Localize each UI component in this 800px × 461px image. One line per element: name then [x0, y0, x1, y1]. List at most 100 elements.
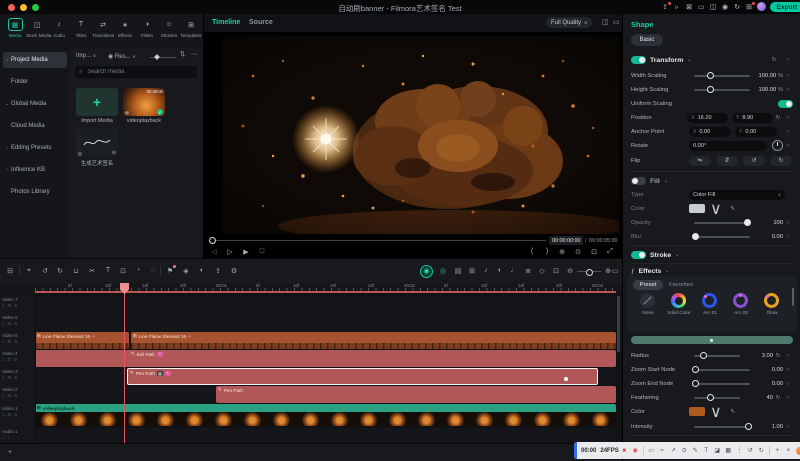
device-icon[interactable]: ▭ — [696, 3, 706, 11]
effect-color-swatch[interactable] — [689, 407, 705, 416]
stroke-toggle[interactable] — [631, 251, 646, 259]
clip-pen-path-selected[interactable]: ✎Pen Path▦+ — [127, 368, 598, 385]
track-header-video3[interactable]: Video 3□⊡⊙ — [2, 369, 34, 380]
more-icon[interactable]: ⋮ — [734, 447, 745, 454]
track-header-video7[interactable]: Video 7□⊡⊙ — [2, 297, 34, 308]
track-header-video2[interactable]: Video 2□⊡⊙ — [2, 387, 34, 398]
anchor-y-field[interactable]: Y0.00 — [735, 127, 777, 137]
pen-icon[interactable]: ✎ — [690, 447, 701, 454]
flip-horizontal-button[interactable]: ⇋ — [689, 156, 711, 166]
crop-icon[interactable]: ⊡ — [588, 248, 600, 256]
track-header-video5[interactable]: Video 5□⊡⊙ — [2, 333, 34, 344]
mark-in-button[interactable]: ( — [526, 248, 538, 255]
keyframe-icon[interactable]: ○ — [783, 353, 793, 359]
track-height-icon[interactable]: ▭ — [611, 267, 619, 275]
timeline-scrollbar[interactable] — [617, 296, 620, 352]
track-header-video6[interactable]: Video 6□⊡⊙ — [2, 315, 34, 326]
rotate-dial[interactable] — [772, 140, 783, 151]
sidebar-item-photos-library[interactable]: Photos Library — [3, 184, 67, 200]
audio-icon[interactable]: ♪ — [480, 267, 492, 274]
track-header-audio1[interactable]: Audio 1□♪ — [2, 429, 34, 440]
export-button[interactable]: Export∨ — [770, 2, 800, 12]
uniform-scaling-toggle[interactable] — [778, 100, 793, 108]
preset-arc-02[interactable] — [733, 293, 748, 308]
tab-favorites[interactable]: Favorites — [669, 282, 693, 288]
sidebar-item-cloud-media[interactable]: Cloud Media — [3, 118, 67, 134]
position-x-field[interactable]: X16.20 — [687, 113, 728, 123]
track-manager-icon[interactable]: ⊟ — [4, 267, 16, 275]
layout-icon[interactable]: ◫ — [708, 3, 718, 11]
blur-slider[interactable] — [694, 236, 750, 238]
mark-out-button[interactable]: ) — [541, 248, 553, 255]
zoom-start-slider[interactable] — [694, 369, 750, 371]
preset-none[interactable] — [640, 293, 655, 308]
tab-source[interactable]: Source — [249, 19, 273, 26]
keyframe-icon[interactable]: ○ — [783, 220, 793, 226]
redo-icon[interactable]: ↻ — [54, 267, 66, 275]
move-icon[interactable]: + — [772, 448, 783, 454]
whiteboard-icon[interactable]: ▦ — [723, 447, 734, 454]
anchor-x-field[interactable]: X0.00 — [689, 127, 731, 137]
sidebar-item-folder[interactable]: Folder — [3, 74, 67, 90]
track-header-video1[interactable]: Video 1□⊡⊙ — [2, 406, 34, 417]
share-icon[interactable]: ▹ — [672, 3, 682, 11]
text-icon[interactable]: T — [701, 448, 712, 454]
preset-glow[interactable] — [764, 293, 779, 308]
preset-solid-color[interactable] — [671, 293, 686, 308]
keyframe-icon[interactable]: ○ — [783, 381, 793, 387]
auto-ripple-icon[interactable]: ◉ — [420, 265, 433, 278]
prev-frame-button[interactable]: ◁ — [208, 248, 220, 256]
upgrade-icon[interactable]: ⇪ — [660, 3, 670, 11]
stop-record-button[interactable]: ■ — [619, 448, 630, 454]
flip-vertical-button[interactable]: ⇵ — [716, 156, 738, 166]
opacity-slider[interactable] — [694, 222, 750, 224]
fill-color-swatch[interactable] — [689, 204, 705, 213]
sidebar-item-project-media[interactable]: ⌄Project Media — [3, 52, 67, 68]
mixer-icon[interactable]: ≣ — [522, 267, 534, 275]
tab-titles[interactable]: TTitles — [70, 18, 92, 38]
stop-button[interactable]: □ — [256, 248, 268, 255]
snapshot-icon[interactable]: ⊙ — [572, 248, 584, 256]
sidebar-item-global-media[interactable]: ⌄Global Media — [3, 96, 67, 112]
reset-icon[interactable]: ↻ — [773, 115, 783, 121]
timecode-current[interactable]: 00:00:00:00 — [549, 236, 583, 245]
search-bar[interactable]: ⌕ — [75, 66, 197, 78]
filter-dropdown[interactable]: ◉ Res... ∨ — [108, 53, 136, 60]
keyframe-icon[interactable]: ○ — [783, 73, 793, 79]
keyframe-icon[interactable]: ○ — [783, 115, 793, 121]
select-tool-icon[interactable]: ⌖ — [23, 267, 35, 275]
captions-icon[interactable]: ⊡ — [550, 267, 562, 275]
reset-icon[interactable]: ↻ — [773, 353, 783, 359]
height-scaling-slider[interactable] — [694, 89, 750, 91]
play-button[interactable]: ▶ — [240, 248, 252, 256]
feathering-slider[interactable] — [694, 397, 740, 399]
track-header-video4[interactable]: Video 4□⊡⊙ — [2, 351, 34, 362]
timeline-zoom-slider[interactable] — [577, 271, 601, 272]
preview-mode-icon[interactable]: ◉ — [720, 3, 730, 11]
hide-clip-icon[interactable]: ◌ — [147, 267, 159, 274]
eraser-icon[interactable]: ◪ — [712, 447, 723, 454]
fill-type-dropdown[interactable]: Color Fill∨ — [689, 190, 785, 200]
screen-view-icon[interactable]: ▭ — [613, 19, 620, 26]
effect-preview-strip[interactable] — [631, 336, 793, 344]
signature-media-tile[interactable]: ▤ ⊕ — [76, 129, 118, 157]
record-button[interactable]: ◉ — [630, 447, 641, 454]
grid-view-icon[interactable]: ◫ — [602, 19, 609, 26]
tab-effects[interactable]: ∗Effects — [114, 18, 136, 38]
clip-line-flame-element-a[interactable]: ⊞Line Flame Element 16♥ — [35, 332, 129, 349]
search-input[interactable] — [85, 68, 193, 76]
tab-timeline[interactable]: Timeline — [212, 19, 240, 26]
play-start-button[interactable]: ▷ — [224, 248, 236, 256]
sidebar-item-influence-kb[interactable]: ›Influence KB — [3, 162, 67, 178]
eyedropper-icon[interactable]: ✎ — [728, 409, 738, 415]
presets-scrollbar[interactable] — [792, 288, 794, 306]
reset-icon[interactable]: ↻ — [769, 57, 779, 63]
redo-icon[interactable]: ↻ — [756, 447, 767, 454]
arrow-icon[interactable]: ↗ — [668, 447, 679, 454]
sort-icon[interactable]: ⇅ — [180, 52, 185, 59]
crop-tool-icon[interactable]: ⊡ — [117, 267, 129, 275]
sync-icon[interactable]: ↻ — [732, 3, 742, 11]
speed-icon[interactable]: ◔ — [132, 267, 144, 274]
video-media-tile[interactable]: 00:30:00 ▤ ✓ — [123, 88, 165, 116]
rotate-ccw-button[interactable]: ↺ — [743, 156, 765, 166]
